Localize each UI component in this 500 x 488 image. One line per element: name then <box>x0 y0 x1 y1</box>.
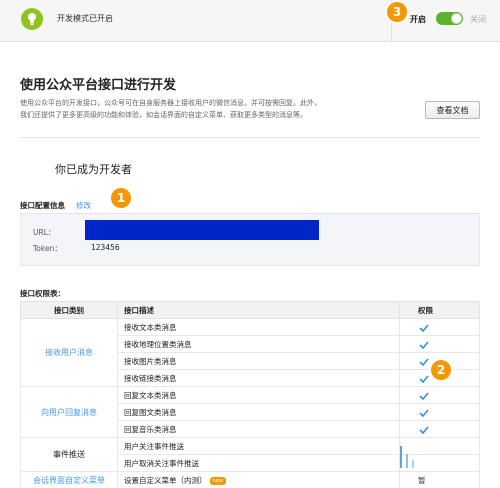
dev-mode-toggle[interactable] <box>436 12 463 25</box>
permission-cell <box>399 454 480 472</box>
column-header: 接口描述 <box>117 301 400 319</box>
description-cell: 用户取消关注事件推送 <box>117 454 400 472</box>
url-key: URL： <box>33 228 56 237</box>
category-cell: 向用户回复消息 <box>20 386 118 438</box>
permission-cell <box>399 437 480 455</box>
description-cell: 设置自定义菜单（内测） new <box>117 471 400 488</box>
description-cell: 回复音乐类消息 <box>117 420 400 438</box>
dev-mode-status: 开发模式已开启 <box>57 14 113 23</box>
permission-cell <box>399 318 480 336</box>
lightbulb-icon <box>21 8 43 30</box>
page-title: 使用公众平台接口进行开发 <box>20 78 177 93</box>
intro-line-1: 使用公众平台的开发接口，公众号可在自身服务器上接收用户的微信消息，并可按需回复。… <box>20 99 321 107</box>
view-docs-button[interactable]: 查看文档 <box>425 101 480 119</box>
permission-cell <box>399 420 480 438</box>
permission-cell <box>399 403 480 421</box>
table-row: 接收用户消息 接收文本类消息 <box>20 318 480 387</box>
partial-permission-text: 暂 <box>418 475 426 485</box>
check-icon <box>419 425 429 434</box>
description-cell: 接收链接类消息 <box>117 369 400 387</box>
toggle-knob <box>451 13 462 24</box>
check-icon <box>419 391 429 400</box>
category-cell: 接收用户消息 <box>20 318 118 387</box>
description-cell: 用户关注事件推送 <box>117 437 400 455</box>
description-cell: 接收图片类消息 <box>117 352 400 370</box>
check-icon <box>419 408 429 417</box>
table-row: 向用户回复消息 回复文本类消息 <box>20 386 480 438</box>
config-edit-link[interactable]: 修改 <box>76 200 91 211</box>
permission-cell <box>399 335 480 353</box>
table-row: 事件推送 用户关注事件推送 <box>20 437 480 472</box>
description-cell: 回复图文类消息 <box>117 403 400 421</box>
check-icon <box>419 374 429 383</box>
category-cell: 会话界面自定义菜单 <box>20 471 118 488</box>
permissions-table: 接口类别 接口描述 权限 接收用户消息 接收文本类消息 接收地理位置类消息 接收… <box>20 301 480 488</box>
category-cell: 事件推送 <box>20 437 118 472</box>
new-badge: new <box>209 476 226 485</box>
developer-heading: 你已成为开发者 <box>55 163 132 176</box>
mode-off-label: 关闭 <box>470 15 486 24</box>
permissions-label: 接口权限表： <box>20 289 65 298</box>
token-value: 123456 <box>91 243 120 252</box>
step-badge-1: 1 <box>111 188 131 208</box>
step-badge-2: 2 <box>431 360 451 380</box>
table-header-row: 接口类别 接口描述 权限 <box>20 301 480 319</box>
intro-line-2: 我们还提供了更多更高级的功能和体验，如会话界面的自定义菜单、获取更多类型的消息等… <box>20 111 307 119</box>
check-icon <box>419 340 429 349</box>
description-cell: 接收地理位置类消息 <box>117 335 400 353</box>
step-badge-3: 3 <box>387 2 407 22</box>
top-bar: 开发模式已开启 开启 关闭 <box>0 0 500 42</box>
check-icon <box>419 323 429 332</box>
check-icon <box>419 357 429 366</box>
permission-cell: 暂 <box>399 471 480 488</box>
config-label: 接口配置信息 <box>20 201 65 210</box>
description-cell: 接收文本类消息 <box>117 318 400 336</box>
divider <box>20 137 480 138</box>
column-header: 接口类别 <box>20 301 118 319</box>
menu-row-label: 设置自定义菜单（内测） <box>124 475 207 485</box>
intro-description: 使用公众平台的开发接口，公众号可在自身服务器上接收用户的微信消息，并可按需回复。… <box>20 97 390 121</box>
config-panel: URL： Token： 123456 <box>20 213 480 266</box>
table-row: 会话界面自定义菜单 设置自定义菜单（内测） new 暂 <box>20 471 480 488</box>
permission-cell <box>399 386 480 404</box>
token-key: Token： <box>33 244 62 253</box>
description-cell: 回复文本类消息 <box>117 386 400 404</box>
column-header: 权限 <box>399 301 480 319</box>
url-value-redacted <box>85 220 319 240</box>
mode-on-label: 开启 <box>410 15 426 24</box>
